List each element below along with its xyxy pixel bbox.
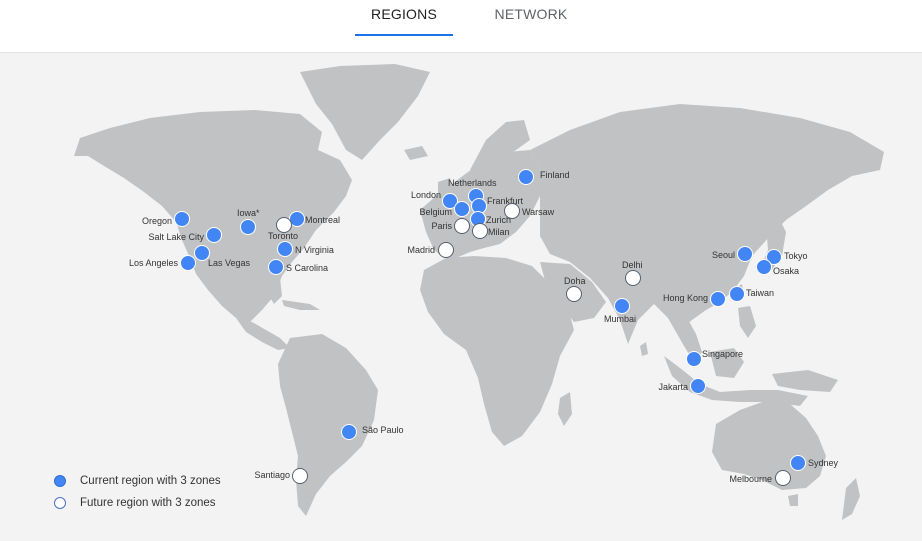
madagascar-landmass: [558, 392, 572, 426]
region-taiwan[interactable]: Taiwan: [729, 286, 775, 302]
region-label: Melbourne: [729, 474, 772, 484]
tab-network[interactable]: NETWORK: [480, 6, 582, 46]
region-label: Salt Lake City: [148, 232, 204, 242]
region-label: Netherlands: [448, 178, 497, 188]
future-region-marker-icon[interactable]: [438, 242, 454, 258]
region-label: Iowa*: [237, 208, 260, 218]
region-label: Taiwan: [746, 288, 774, 298]
future-region-marker-icon[interactable]: [625, 270, 641, 286]
region-madrid[interactable]: Madrid: [407, 242, 454, 258]
current-region-marker-icon[interactable]: [277, 241, 293, 257]
region-s-carolina[interactable]: S Carolina: [268, 259, 329, 275]
region-label: Doha: [564, 276, 586, 286]
region-label: Sydney: [808, 458, 839, 468]
current-region-marker-icon[interactable]: [518, 169, 534, 185]
region-label: São Paulo: [362, 425, 404, 435]
region-sao-paulo[interactable]: São Paulo: [341, 424, 404, 440]
region-label: Osaka: [773, 266, 799, 276]
region-label: Delhi: [622, 260, 643, 270]
region-label: Madrid: [407, 245, 435, 255]
region-label: Milan: [488, 227, 510, 237]
current-region-marker-icon[interactable]: [710, 291, 726, 307]
legend-future-label: Future region with 3 zones: [80, 497, 216, 509]
region-label: London: [411, 190, 441, 200]
map-legend: Current region with 3 zones Future regio…: [52, 470, 221, 514]
world-map[interactable]: Oregon Salt Lake City Los Angeles Las Vegas…: [0, 53, 922, 541]
caribbean-landmass: [282, 300, 320, 310]
region-label: Frankfurt: [487, 196, 524, 206]
region-label: N Virginia: [295, 245, 334, 255]
region-tokyo[interactable]: Tokyo: [766, 249, 808, 265]
current-region-marker-icon[interactable]: [240, 219, 256, 235]
legend-current-label: Current region with 3 zones: [80, 475, 221, 487]
future-region-marker-icon[interactable]: [472, 223, 488, 239]
current-region-marker-icon[interactable]: [206, 227, 222, 243]
current-region-marker-icon[interactable]: [756, 259, 772, 275]
region-label: Montreal: [305, 215, 340, 225]
future-region-dot-icon: [54, 497, 66, 509]
legend-current: Current region with 3 zones: [52, 470, 221, 492]
new-zealand-landmass: [842, 478, 860, 520]
region-label: Belgium: [419, 207, 452, 217]
region-label: S Carolina: [286, 263, 328, 273]
philippines-landmass: [738, 306, 756, 338]
region-label: Warsaw: [522, 207, 555, 217]
current-region-marker-icon[interactable]: [174, 211, 190, 227]
region-label: Mumbai: [604, 314, 636, 324]
legend-future: Future region with 3 zones: [52, 492, 221, 514]
region-label: Oregon: [142, 216, 172, 226]
region-label: Jakarta: [658, 382, 688, 392]
future-region-marker-icon[interactable]: [504, 203, 520, 219]
new-guinea-landmass: [772, 370, 838, 392]
region-label: Toronto: [268, 231, 298, 241]
current-region-marker-icon[interactable]: [790, 455, 806, 471]
greenland-landmass: [300, 64, 430, 160]
future-region-marker-icon[interactable]: [775, 470, 791, 486]
tab-regions[interactable]: REGIONS: [355, 6, 453, 46]
current-region-marker-icon[interactable]: [737, 246, 753, 262]
current-region-marker-icon[interactable]: [180, 255, 196, 271]
current-region-marker-icon[interactable]: [690, 378, 706, 394]
current-region-marker-icon[interactable]: [454, 201, 470, 217]
tasmania-landmass: [788, 494, 798, 506]
iceland-landmass: [404, 146, 428, 160]
active-tab-indicator: [355, 34, 453, 36]
future-region-marker-icon[interactable]: [292, 468, 308, 484]
current-region-marker-icon[interactable]: [686, 351, 702, 367]
world-map-canvas: Oregon Salt Lake City Los Angeles Las Vegas…: [74, 64, 884, 520]
current-region-marker-icon[interactable]: [614, 298, 630, 314]
region-label: Santiago: [254, 470, 290, 480]
tab-bar: REGIONS NETWORK: [0, 0, 922, 53]
region-los-angeles[interactable]: Los Angeles: [129, 255, 196, 271]
current-region-marker-icon[interactable]: [341, 424, 357, 440]
region-oregon[interactable]: Oregon: [142, 211, 190, 227]
region-label: Hong Kong: [663, 293, 708, 303]
current-region-dot-icon: [54, 475, 66, 487]
region-label: Finland: [540, 170, 570, 180]
region-label: Los Angeles: [129, 258, 179, 268]
region-label: Tokyo: [784, 251, 808, 261]
region-label: Paris: [431, 221, 452, 231]
current-region-marker-icon[interactable]: [729, 286, 745, 302]
current-region-marker-icon[interactable]: [268, 259, 284, 275]
region-santiago[interactable]: Santiago: [254, 468, 308, 484]
future-region-marker-icon[interactable]: [566, 286, 582, 302]
sri-lanka-landmass: [640, 342, 648, 356]
region-label: Singapore: [702, 349, 743, 359]
central-america-landmass: [236, 318, 290, 350]
region-label: Las Vegas: [208, 258, 251, 268]
region-label: Seoul: [712, 250, 735, 260]
future-region-marker-icon[interactable]: [454, 218, 470, 234]
